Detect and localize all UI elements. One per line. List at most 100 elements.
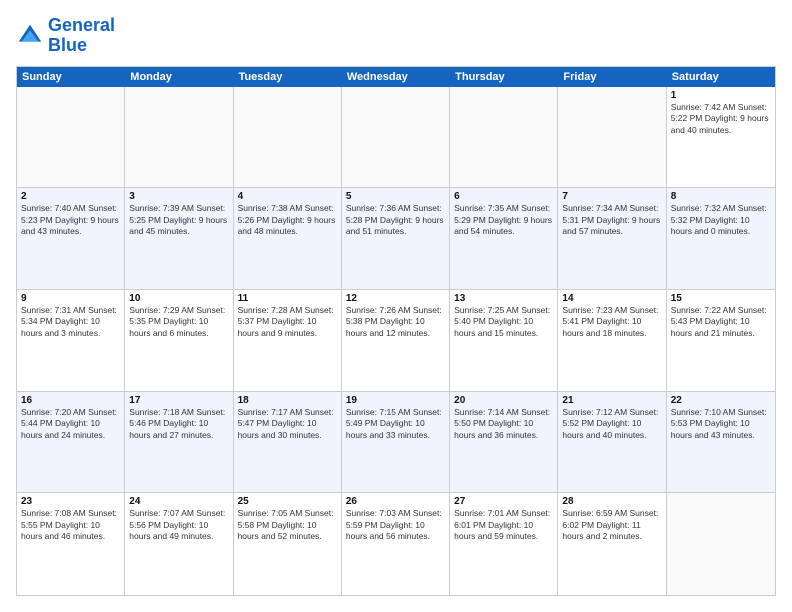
logo-icon — [16, 22, 44, 50]
day-number: 18 — [238, 395, 337, 406]
calendar-week-2: 2Sunrise: 7:40 AM Sunset: 5:23 PM Daylig… — [17, 188, 775, 290]
calendar-cell: 15Sunrise: 7:22 AM Sunset: 5:43 PM Dayli… — [667, 290, 775, 391]
day-number: 1 — [671, 90, 771, 101]
day-number: 24 — [129, 496, 228, 507]
day-number: 21 — [562, 395, 661, 406]
calendar-cell — [125, 87, 233, 188]
day-number: 28 — [562, 496, 661, 507]
day-number: 23 — [21, 496, 120, 507]
cell-info: Sunrise: 7:18 AM Sunset: 5:46 PM Dayligh… — [129, 407, 228, 441]
cell-info: Sunrise: 7:10 AM Sunset: 5:53 PM Dayligh… — [671, 407, 771, 441]
cell-info: Sunrise: 7:31 AM Sunset: 5:34 PM Dayligh… — [21, 305, 120, 339]
calendar-cell — [450, 87, 558, 188]
calendar-cell — [667, 493, 775, 595]
cell-info: Sunrise: 7:39 AM Sunset: 5:25 PM Dayligh… — [129, 203, 228, 237]
day-number: 27 — [454, 496, 553, 507]
cell-info: Sunrise: 7:22 AM Sunset: 5:43 PM Dayligh… — [671, 305, 771, 339]
day-number: 14 — [562, 293, 661, 304]
calendar-cell — [558, 87, 666, 188]
logo: General Blue — [16, 16, 115, 56]
cell-info: Sunrise: 7:03 AM Sunset: 5:59 PM Dayligh… — [346, 508, 445, 542]
calendar-cell: 6Sunrise: 7:35 AM Sunset: 5:29 PM Daylig… — [450, 188, 558, 289]
calendar-cell: 21Sunrise: 7:12 AM Sunset: 5:52 PM Dayli… — [558, 392, 666, 493]
calendar: SundayMondayTuesdayWednesdayThursdayFrid… — [16, 66, 776, 596]
calendar-cell: 16Sunrise: 7:20 AM Sunset: 5:44 PM Dayli… — [17, 392, 125, 493]
cell-info: Sunrise: 7:35 AM Sunset: 5:29 PM Dayligh… — [454, 203, 553, 237]
day-header-saturday: Saturday — [667, 67, 775, 87]
calendar-week-3: 9Sunrise: 7:31 AM Sunset: 5:34 PM Daylig… — [17, 290, 775, 392]
day-number: 2 — [21, 191, 120, 202]
calendar-cell: 20Sunrise: 7:14 AM Sunset: 5:50 PM Dayli… — [450, 392, 558, 493]
calendar-cell: 25Sunrise: 7:05 AM Sunset: 5:58 PM Dayli… — [234, 493, 342, 595]
cell-info: Sunrise: 7:05 AM Sunset: 5:58 PM Dayligh… — [238, 508, 337, 542]
day-number: 7 — [562, 191, 661, 202]
calendar-cell: 26Sunrise: 7:03 AM Sunset: 5:59 PM Dayli… — [342, 493, 450, 595]
calendar-cell: 4Sunrise: 7:38 AM Sunset: 5:26 PM Daylig… — [234, 188, 342, 289]
day-number: 17 — [129, 395, 228, 406]
calendar-cell: 12Sunrise: 7:26 AM Sunset: 5:38 PM Dayli… — [342, 290, 450, 391]
day-header-friday: Friday — [558, 67, 666, 87]
cell-info: Sunrise: 7:34 AM Sunset: 5:31 PM Dayligh… — [562, 203, 661, 237]
calendar-cell: 5Sunrise: 7:36 AM Sunset: 5:28 PM Daylig… — [342, 188, 450, 289]
cell-info: Sunrise: 6:59 AM Sunset: 6:02 PM Dayligh… — [562, 508, 661, 542]
calendar-cell: 10Sunrise: 7:29 AM Sunset: 5:35 PM Dayli… — [125, 290, 233, 391]
calendar-cell: 28Sunrise: 6:59 AM Sunset: 6:02 PM Dayli… — [558, 493, 666, 595]
calendar-week-4: 16Sunrise: 7:20 AM Sunset: 5:44 PM Dayli… — [17, 392, 775, 494]
cell-info: Sunrise: 7:08 AM Sunset: 5:55 PM Dayligh… — [21, 508, 120, 542]
cell-info: Sunrise: 7:20 AM Sunset: 5:44 PM Dayligh… — [21, 407, 120, 441]
day-number: 6 — [454, 191, 553, 202]
day-number: 20 — [454, 395, 553, 406]
cell-info: Sunrise: 7:23 AM Sunset: 5:41 PM Dayligh… — [562, 305, 661, 339]
day-number: 26 — [346, 496, 445, 507]
logo-text: General Blue — [48, 16, 115, 56]
cell-info: Sunrise: 7:26 AM Sunset: 5:38 PM Dayligh… — [346, 305, 445, 339]
cell-info: Sunrise: 7:12 AM Sunset: 5:52 PM Dayligh… — [562, 407, 661, 441]
day-number: 11 — [238, 293, 337, 304]
day-header-wednesday: Wednesday — [342, 67, 450, 87]
page: General Blue SundayMondayTuesdayWednesda… — [0, 0, 792, 612]
day-number: 9 — [21, 293, 120, 304]
calendar-cell: 8Sunrise: 7:32 AM Sunset: 5:32 PM Daylig… — [667, 188, 775, 289]
cell-info: Sunrise: 7:40 AM Sunset: 5:23 PM Dayligh… — [21, 203, 120, 237]
cell-info: Sunrise: 7:01 AM Sunset: 6:01 PM Dayligh… — [454, 508, 553, 542]
calendar-cell — [342, 87, 450, 188]
day-header-tuesday: Tuesday — [234, 67, 342, 87]
cell-info: Sunrise: 7:17 AM Sunset: 5:47 PM Dayligh… — [238, 407, 337, 441]
cell-info: Sunrise: 7:25 AM Sunset: 5:40 PM Dayligh… — [454, 305, 553, 339]
calendar-cell: 22Sunrise: 7:10 AM Sunset: 5:53 PM Dayli… — [667, 392, 775, 493]
day-number: 16 — [21, 395, 120, 406]
cell-info: Sunrise: 7:32 AM Sunset: 5:32 PM Dayligh… — [671, 203, 771, 237]
calendar-cell: 19Sunrise: 7:15 AM Sunset: 5:49 PM Dayli… — [342, 392, 450, 493]
calendar-cell: 3Sunrise: 7:39 AM Sunset: 5:25 PM Daylig… — [125, 188, 233, 289]
cell-info: Sunrise: 7:42 AM Sunset: 5:22 PM Dayligh… — [671, 102, 771, 136]
calendar-cell: 24Sunrise: 7:07 AM Sunset: 5:56 PM Dayli… — [125, 493, 233, 595]
calendar-cell: 9Sunrise: 7:31 AM Sunset: 5:34 PM Daylig… — [17, 290, 125, 391]
day-number: 3 — [129, 191, 228, 202]
day-header-sunday: Sunday — [17, 67, 125, 87]
calendar-cell: 18Sunrise: 7:17 AM Sunset: 5:47 PM Dayli… — [234, 392, 342, 493]
calendar-cell: 11Sunrise: 7:28 AM Sunset: 5:37 PM Dayli… — [234, 290, 342, 391]
calendar-cell — [234, 87, 342, 188]
calendar-body: 1Sunrise: 7:42 AM Sunset: 5:22 PM Daylig… — [17, 87, 775, 595]
calendar-cell: 1Sunrise: 7:42 AM Sunset: 5:22 PM Daylig… — [667, 87, 775, 188]
calendar-cell: 13Sunrise: 7:25 AM Sunset: 5:40 PM Dayli… — [450, 290, 558, 391]
day-number: 10 — [129, 293, 228, 304]
calendar-cell — [17, 87, 125, 188]
day-number: 12 — [346, 293, 445, 304]
calendar-cell: 14Sunrise: 7:23 AM Sunset: 5:41 PM Dayli… — [558, 290, 666, 391]
cell-info: Sunrise: 7:14 AM Sunset: 5:50 PM Dayligh… — [454, 407, 553, 441]
calendar-cell: 7Sunrise: 7:34 AM Sunset: 5:31 PM Daylig… — [558, 188, 666, 289]
day-number: 5 — [346, 191, 445, 202]
cell-info: Sunrise: 7:38 AM Sunset: 5:26 PM Dayligh… — [238, 203, 337, 237]
calendar-week-1: 1Sunrise: 7:42 AM Sunset: 5:22 PM Daylig… — [17, 87, 775, 189]
day-number: 19 — [346, 395, 445, 406]
calendar-cell: 23Sunrise: 7:08 AM Sunset: 5:55 PM Dayli… — [17, 493, 125, 595]
calendar-cell: 27Sunrise: 7:01 AM Sunset: 6:01 PM Dayli… — [450, 493, 558, 595]
day-number: 4 — [238, 191, 337, 202]
day-number: 15 — [671, 293, 771, 304]
header: General Blue — [16, 16, 776, 56]
cell-info: Sunrise: 7:29 AM Sunset: 5:35 PM Dayligh… — [129, 305, 228, 339]
day-headers: SundayMondayTuesdayWednesdayThursdayFrid… — [17, 67, 775, 87]
day-number: 8 — [671, 191, 771, 202]
cell-info: Sunrise: 7:07 AM Sunset: 5:56 PM Dayligh… — [129, 508, 228, 542]
